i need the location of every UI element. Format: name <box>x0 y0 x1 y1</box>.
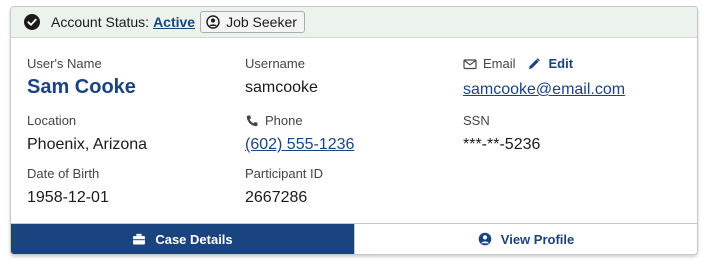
card-footer: Case Details View Profile <box>11 223 697 254</box>
users-name-label: User's Name <box>27 56 102 71</box>
users-name-field: User's Name Sam Cooke <box>27 56 136 97</box>
location-value: Phoenix, Arizona <box>27 136 148 153</box>
account-status-label: Account Status: <box>51 14 150 30</box>
pencil-icon <box>528 58 540 70</box>
email-link[interactable]: samcooke@email.com <box>463 80 625 100</box>
phone-icon <box>245 114 259 128</box>
user-details-grid: User's Name Sam Cooke Location Phoenix, … <box>11 38 697 224</box>
edit-email-button[interactable]: Edit <box>528 56 574 72</box>
account-card: Account Status: Active Job Seeker User's… <box>10 6 698 255</box>
phone-link[interactable]: (602) 555-1236 <box>245 135 354 155</box>
ssn-field: SSN ***-**-5236 <box>463 113 540 155</box>
email-label-row: Email Edit <box>463 56 625 72</box>
role-badge-label: Job Seeker <box>226 14 297 30</box>
role-badge: Job Seeker <box>200 11 305 33</box>
phone-label-row: Phone <box>245 113 354 129</box>
envelope-icon <box>463 57 477 71</box>
username-value: samcooke <box>245 79 318 96</box>
participant-id-field: Participant ID 2667286 <box>245 166 323 208</box>
case-details-label: Case Details <box>155 231 233 247</box>
user-circle-icon <box>206 15 220 29</box>
participant-id-value: 2667286 <box>245 189 308 206</box>
phone-field: Phone (602) 555-1236 <box>245 113 354 155</box>
username-field: Username samcooke <box>245 56 318 98</box>
location-field: Location Phoenix, Arizona <box>27 113 147 155</box>
dob-value: 1958-12-01 <box>27 189 109 206</box>
users-name-value: Sam Cooke <box>27 76 136 98</box>
ssn-label: SSN <box>463 113 490 128</box>
location-label: Location <box>27 113 77 128</box>
phone-label: Phone <box>265 113 303 128</box>
view-profile-button[interactable]: View Profile <box>354 224 697 254</box>
edit-email-label: Edit <box>548 56 574 71</box>
email-label: Email <box>483 56 516 71</box>
user-circle-icon <box>478 232 492 246</box>
participant-id-label: Participant ID <box>245 166 324 181</box>
briefcase-icon <box>132 232 146 246</box>
account-status-bar: Account Status: Active Job Seeker <box>11 7 697 38</box>
check-circle-icon <box>24 14 40 30</box>
view-profile-label: View Profile <box>500 231 575 247</box>
case-details-button[interactable]: Case Details <box>11 224 354 254</box>
email-field: Email Edit samcooke@email.com <box>463 56 625 100</box>
account-status-link[interactable]: Active <box>153 14 195 30</box>
username-label: Username <box>245 56 305 71</box>
ssn-value: ***-**-5236 <box>463 136 541 153</box>
dob-field: Date of Birth 1958-12-01 <box>27 166 109 208</box>
dob-label: Date of Birth <box>27 166 100 181</box>
